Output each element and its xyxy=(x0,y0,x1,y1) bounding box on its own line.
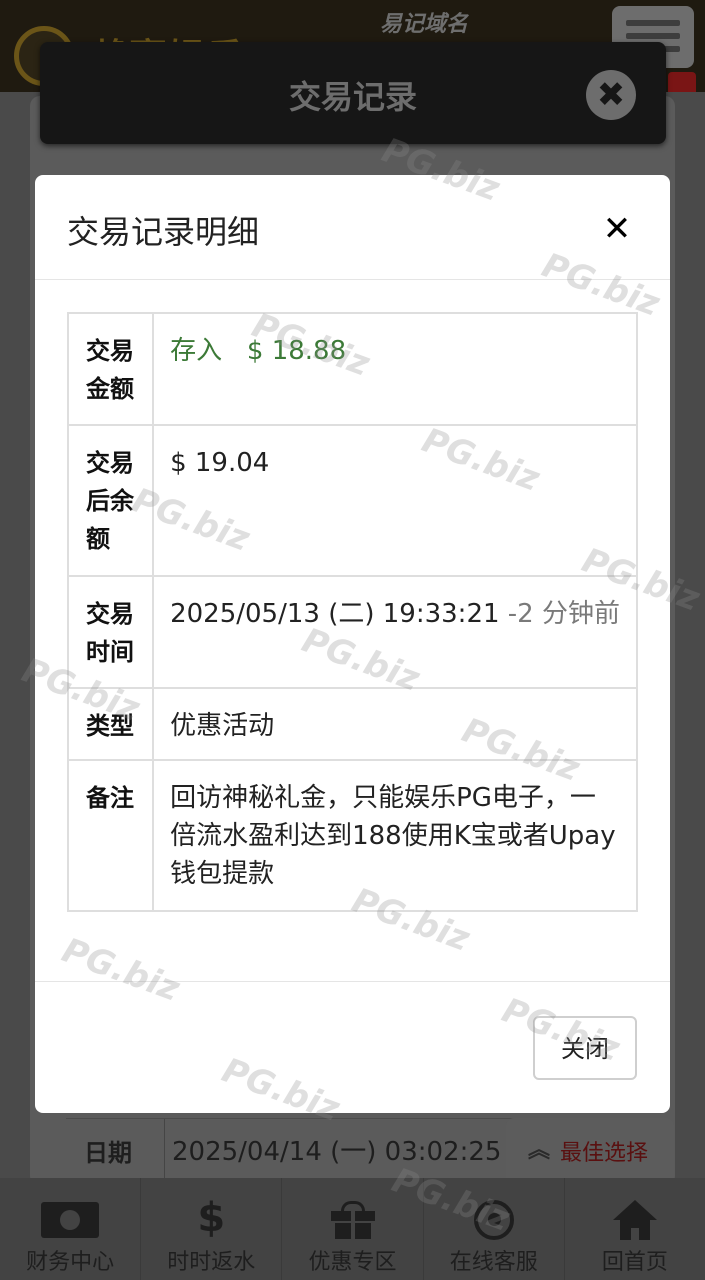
row-key: 备注 xyxy=(66,759,155,912)
whatsapp-icon xyxy=(473,1200,514,1240)
date-label: 日期 xyxy=(84,1139,132,1167)
money-icon xyxy=(41,1202,100,1238)
row-key-text: 交易时间 xyxy=(86,600,134,666)
nav-label: 在线客服 xyxy=(449,1250,538,1275)
detail-table: 交易金额 存入 $ 18.88 交易后余额 $ 19.04 交易时间 2025/… xyxy=(66,312,638,912)
table-row: 备注 回访神秘礼金，只能娱乐PG电子，一倍流水盈利达到188使用K宝或者Upay… xyxy=(66,759,638,912)
records-close-icon[interactable]: ✖ xyxy=(586,70,636,120)
row-key: 交易时间 xyxy=(66,575,155,689)
nav-item-finance[interactable]: 财务中心 xyxy=(0,1178,142,1280)
transaction-detail-modal: 交易记录明细 ✕ 交易金额 存入 $ 18.88 交易后余额 $ 19.04 交… xyxy=(35,175,670,1113)
menu-icon xyxy=(626,20,680,26)
nav-label: 优惠专区 xyxy=(308,1250,397,1275)
home-icon xyxy=(612,1200,657,1240)
best-choice-label: 最佳选择 xyxy=(560,1141,649,1166)
transaction-type: 存入 xyxy=(170,336,223,366)
close-button[interactable]: 关闭 xyxy=(533,1016,637,1080)
row-key-text: 交易后余额 xyxy=(86,449,134,553)
nav-label: 时时返水 xyxy=(167,1250,256,1275)
bottom-nav: 财务中心 $ 时时返水 优惠专区 在线客服 回首页 xyxy=(0,1178,705,1280)
type-value: 优惠活动 xyxy=(152,687,638,761)
menu-icon-bar xyxy=(626,33,680,39)
nav-icon-wrap xyxy=(282,1196,422,1240)
modal-title: 交易记录明细 xyxy=(67,213,260,251)
best-choice-button[interactable]: ︽ 最佳选择 xyxy=(506,1118,674,1178)
row-key: 交易后余额 xyxy=(66,424,155,577)
nav-label: 回首页 xyxy=(601,1250,668,1275)
row-key: 交易金额 xyxy=(66,312,155,426)
records-title: 交易记录 xyxy=(288,78,417,116)
domain-label[interactable]: 易记域名 xyxy=(380,6,468,38)
nav-icon-wrap xyxy=(0,1196,140,1240)
remark-value: 回访神秘礼金，只能娱乐PG电子，一倍流水盈利达到188使用K宝或者Upay钱包提… xyxy=(152,759,638,912)
transaction-amount: $ 18.88 xyxy=(246,336,347,366)
row-value: 2025/05/13 (二) 19:33:21 -2 分钟前 xyxy=(152,575,638,689)
relative-time: -2 分钟前 xyxy=(507,599,620,629)
nav-item-support[interactable]: 在线客服 xyxy=(424,1178,565,1280)
nav-item-promotions[interactable]: 优惠专区 xyxy=(282,1178,424,1280)
table-row: 交易时间 2025/05/13 (二) 19:33:21 -2 分钟前 xyxy=(66,575,638,689)
row-key-text: 交易金额 xyxy=(86,337,134,403)
date-value: 2025/04/14 (一) 03:02:25 - xyxy=(172,1137,520,1167)
nav-icon-wrap xyxy=(424,1196,564,1240)
nav-item-rebate[interactable]: $ 时时返水 xyxy=(141,1178,283,1280)
nav-icon-wrap xyxy=(565,1196,705,1240)
nav-item-home[interactable]: 回首页 xyxy=(565,1178,705,1280)
row-value: 存入 $ 18.88 xyxy=(152,312,638,426)
dollar-icon: $ xyxy=(197,1195,226,1241)
modal-header: 交易记录明细 ✕ xyxy=(35,175,670,280)
transaction-time: 2025/05/13 (二) 19:33:21 xyxy=(170,599,500,629)
chevron-up-icon: ︽ xyxy=(528,1138,551,1163)
table-row: 交易金额 存入 $ 18.88 xyxy=(66,312,638,426)
table-row: 类型 优惠活动 xyxy=(66,687,638,761)
gift-icon xyxy=(330,1201,375,1239)
nav-label: 财务中心 xyxy=(26,1250,115,1275)
row-key: 类型 xyxy=(66,687,155,761)
record-date-row: 日期 2025/04/14 (一) 03:02:25 - xyxy=(66,1118,526,1179)
records-header: 交易记录 ✖ xyxy=(40,42,666,144)
close-icon[interactable]: ✕ xyxy=(597,209,637,249)
table-row: 交易后余额 $ 19.04 xyxy=(66,424,638,577)
balance-value: $ 19.04 xyxy=(152,424,638,577)
date-divider xyxy=(164,1119,165,1179)
modal-footer-divider xyxy=(35,981,670,982)
